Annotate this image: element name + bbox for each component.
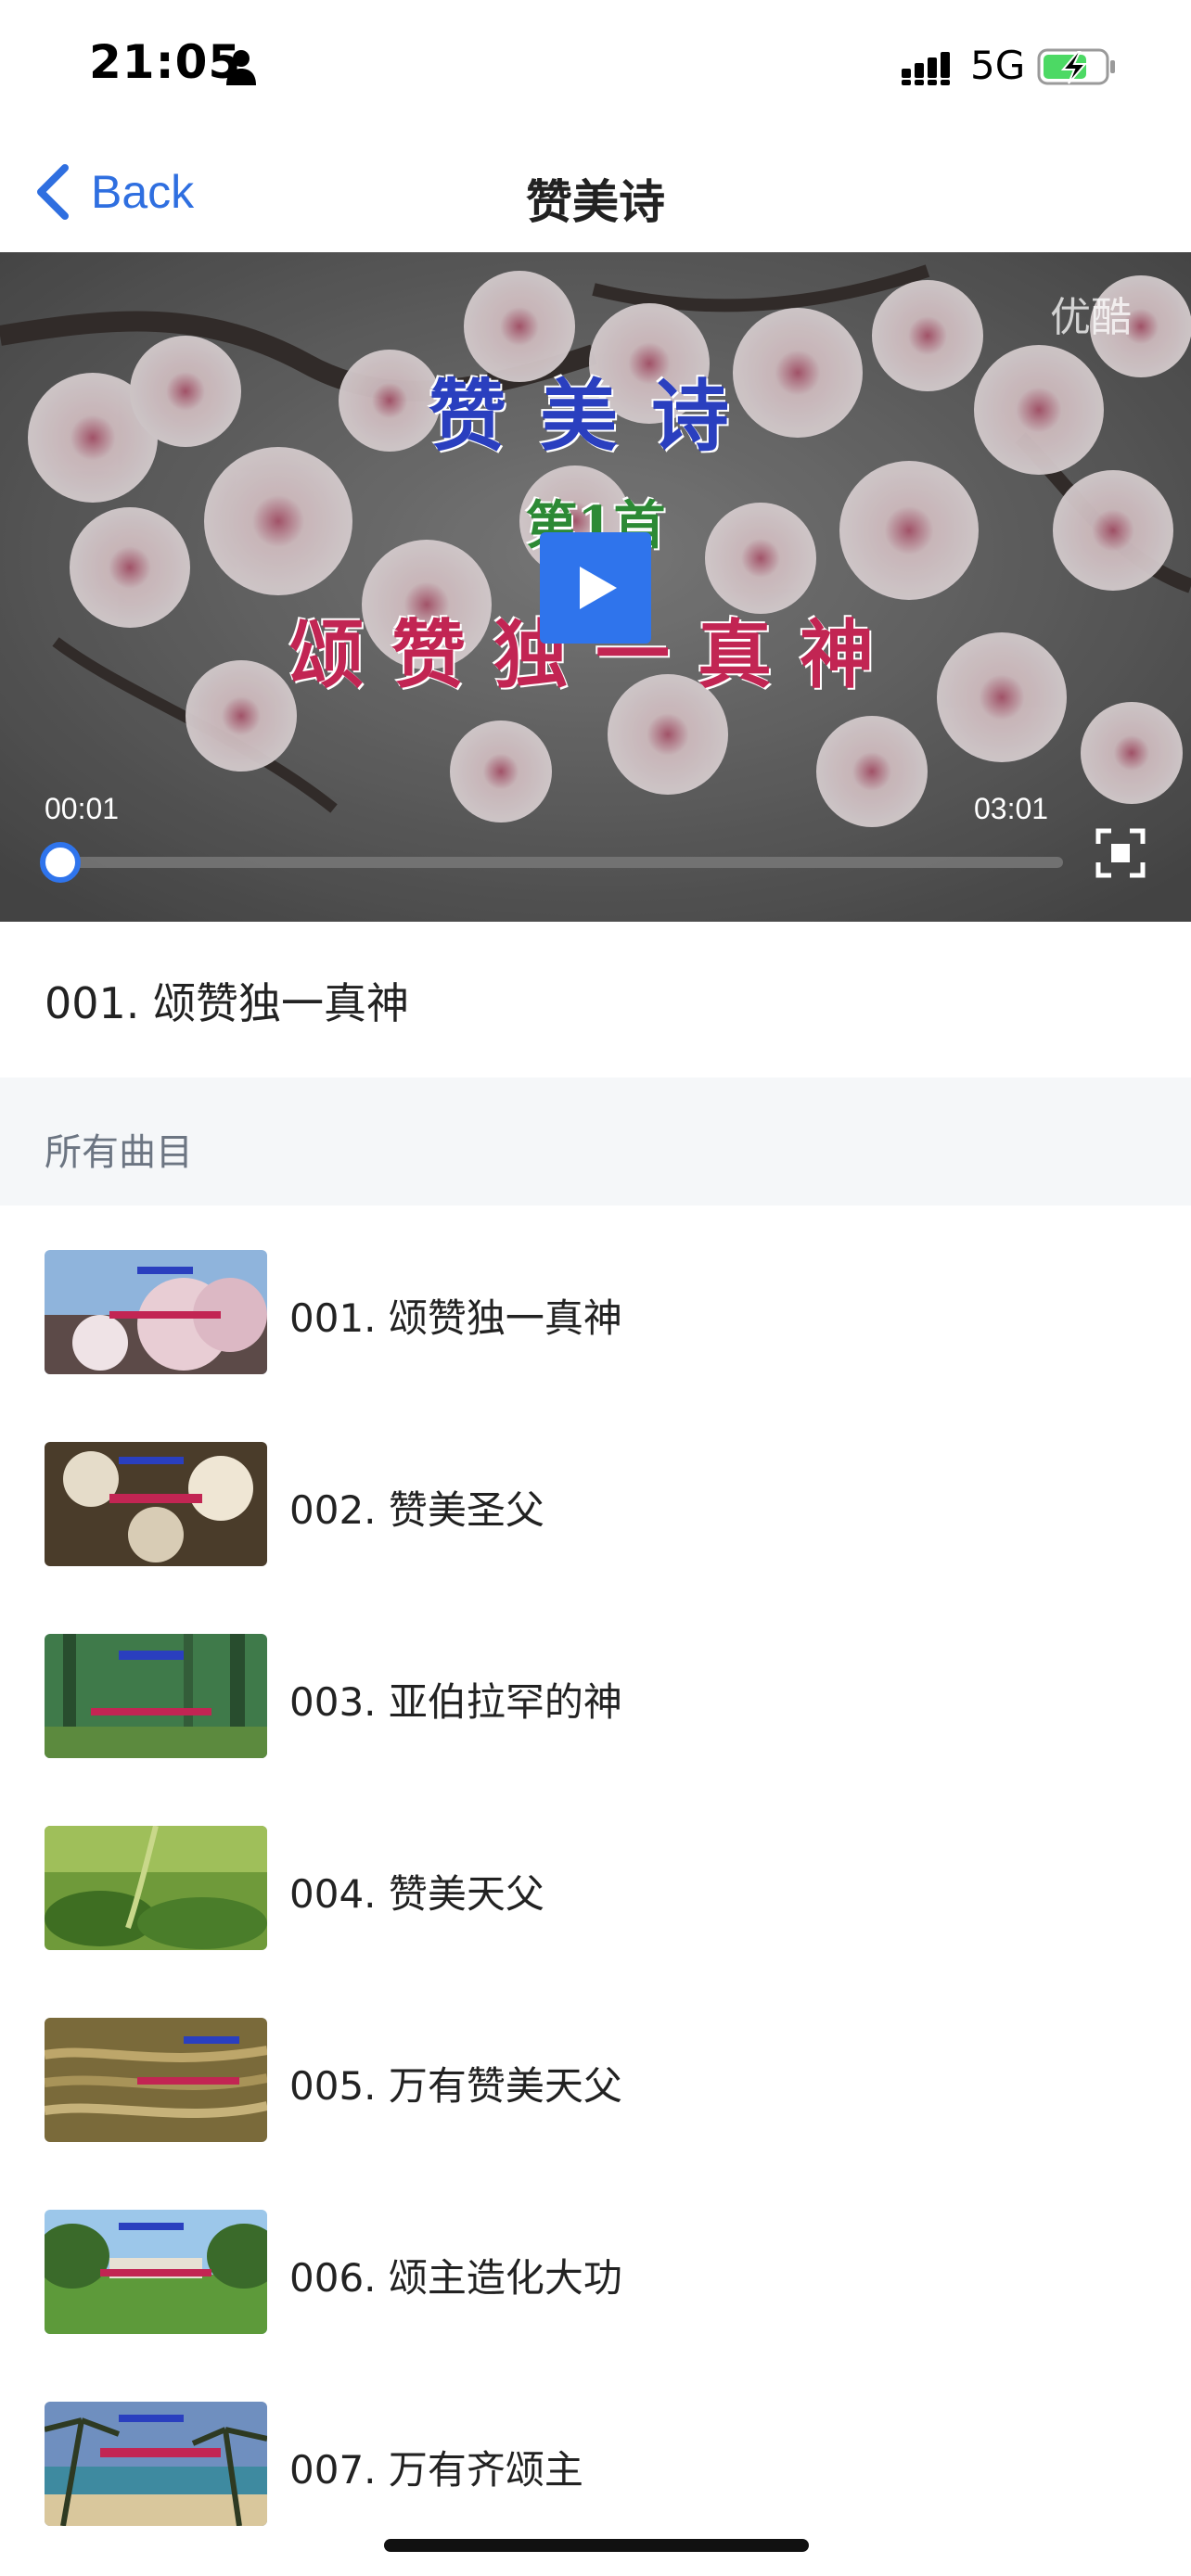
person-icon <box>226 50 256 85</box>
track-label: 003. 亚伯拉罕的神 <box>289 1679 622 1725</box>
track-label: 005. 万有赞美天父 <box>289 2063 622 2109</box>
track-label: 004. 赞美天父 <box>289 1871 544 1917</box>
list-item[interactable]: 006. 颂主造化大功 <box>0 2165 1191 2357</box>
section-title: 所有曲目 <box>45 1131 193 1174</box>
section-header: 所有曲目 <box>0 1078 1191 1205</box>
track-thumbnail <box>45 1634 267 1758</box>
track-thumbnail <box>45 2402 267 2526</box>
home-indicator[interactable] <box>384 2539 809 2552</box>
play-icon <box>580 567 617 609</box>
track-thumbnail <box>45 1250 267 1374</box>
list-item[interactable]: 007. 万有齐颂主 <box>0 2357 1191 2549</box>
total-time: 03:01 <box>974 792 1049 825</box>
fullscreen-icon[interactable] <box>1095 827 1146 879</box>
track-thumbnail <box>45 2018 267 2142</box>
list-item[interactable]: 001. 颂赞独一真神 <box>0 1205 1191 1397</box>
list-item[interactable]: 003. 亚伯拉罕的神 <box>0 1589 1191 1781</box>
page-title: 赞美诗 <box>526 175 665 229</box>
track-thumbnail <box>45 1442 267 1566</box>
track-thumbnail <box>45 1826 267 1950</box>
progress-bar[interactable] <box>54 857 1063 868</box>
track-thumbnail <box>45 2210 267 2334</box>
video-player[interactable]: 赞美诗 第1首 颂赞独一真神 优酷 00:01 03:01 <box>0 252 1191 922</box>
current-time: 00:01 <box>45 792 120 825</box>
status-bar: 21:05 5G <box>0 0 1191 130</box>
track-label: 006. 颂主造化大功 <box>289 2255 622 2301</box>
battery-charging-icon <box>1037 48 1115 85</box>
progress-thumb[interactable] <box>39 842 81 883</box>
track-label: 007. 万有齐颂主 <box>289 2447 583 2493</box>
list-item[interactable]: 004. 赞美天父 <box>0 1781 1191 1973</box>
signal-icon <box>902 52 950 85</box>
video-watermark: 优酷 <box>1050 294 1132 341</box>
list-item[interactable]: 002. 赞美圣父 <box>0 1397 1191 1589</box>
track-label: 001. 颂赞独一真神 <box>289 1295 622 1341</box>
now-playing-title: 001. 颂赞独一真神 <box>45 978 410 1028</box>
track-label: 002. 赞美圣父 <box>289 1487 544 1533</box>
video-caption-title: 赞美诗 <box>428 370 762 462</box>
navigation-bar: Back 赞美诗 <box>0 130 1191 252</box>
network-label: 5G <box>970 43 1026 88</box>
status-time: 21:05 <box>89 35 242 89</box>
list-item[interactable]: 005. 万有赞美天父 <box>0 1973 1191 2165</box>
play-button[interactable] <box>540 532 651 644</box>
